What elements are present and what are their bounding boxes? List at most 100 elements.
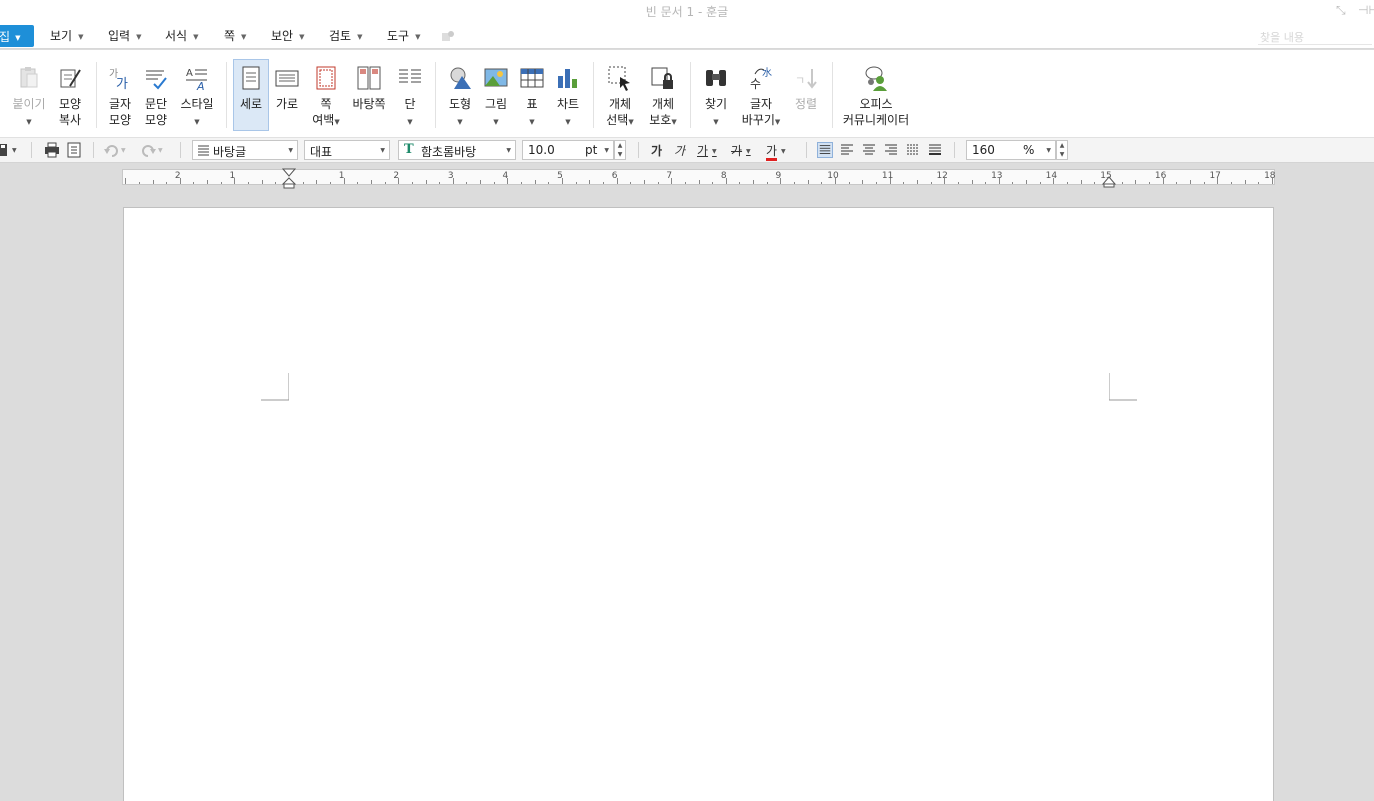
- ruler-tick: [712, 182, 714, 184]
- font-select[interactable]: T 함초롬바탕 ▼: [398, 140, 516, 160]
- indent-marker-icon[interactable]: [282, 168, 296, 190]
- columns-button[interactable]: 단 ▼: [392, 60, 428, 132]
- office-communicator-button[interactable]: 오피스 커뮤니케이터: [840, 60, 912, 132]
- menu-format[interactable]: 서식 ▼: [165, 27, 198, 45]
- menu-insert[interactable]: 입력 ▼: [108, 27, 141, 45]
- ruler-tick: [848, 182, 850, 184]
- language-select[interactable]: 대표 ▼: [304, 140, 390, 160]
- select-object-button[interactable]: 개체 선택▼: [600, 60, 640, 132]
- paste-button[interactable]: 붙이기 ▼: [8, 60, 50, 132]
- margin-guide-top-right: [1109, 373, 1137, 401]
- menu-tools[interactable]: 도구 ▼: [387, 27, 420, 45]
- ruler-tick: [152, 180, 154, 184]
- ribbon-separator: [96, 62, 97, 128]
- document-page[interactable]: [123, 207, 1274, 801]
- bold-button[interactable]: 가: [651, 142, 662, 159]
- toolbar-separator: [638, 142, 639, 158]
- find-button[interactable]: 찾기 ▼: [698, 60, 734, 132]
- split-icon[interactable]: ⊣⊢: [1358, 3, 1374, 17]
- align-divide-icon[interactable]: [927, 142, 943, 158]
- background-page-button[interactable]: 바탕쪽: [348, 60, 390, 132]
- ruler-tick: [1012, 182, 1014, 184]
- chevron-down-icon: ▼: [193, 32, 199, 41]
- underline-button[interactable]: 가 ▼: [697, 142, 717, 159]
- undo-dropdown-icon[interactable]: ▼: [121, 143, 126, 157]
- save-dropdown-icon[interactable]: ▼: [12, 143, 17, 157]
- ribbon-separator: [435, 62, 436, 128]
- search-input[interactable]: 찾을 내용: [1258, 26, 1372, 45]
- format-toolbar: ▼ ▼ ▼ 바탕글 ▼ 대표 ▼ T 함초롬바탕 ▼ 10.0 pt ▼ ▲ ▼ 가 가…: [0, 138, 1374, 163]
- format-copy-button[interactable]: 모양 복사: [50, 60, 90, 132]
- redo-dropdown-icon[interactable]: ▼: [158, 143, 163, 157]
- undo-icon[interactable]: [104, 142, 120, 158]
- chevron-down-icon: ▼: [26, 118, 32, 126]
- print-preview-icon[interactable]: [66, 142, 82, 158]
- picture-button[interactable]: 그림 ▼: [478, 60, 514, 132]
- protect-object-label-2: 보호: [649, 113, 672, 127]
- align-left-icon[interactable]: [839, 142, 855, 158]
- font-size-input[interactable]: 10.0 pt ▼: [522, 140, 614, 160]
- ruler-tick: [439, 182, 441, 184]
- strike-glyph: 가: [731, 144, 743, 158]
- page-margins-button[interactable]: 쪽 여백▼: [306, 60, 346, 132]
- replace-button[interactable]: 수水 글자 바꾸기▼: [738, 60, 784, 132]
- style-select[interactable]: 바탕글 ▼: [192, 140, 298, 160]
- align-center-icon[interactable]: [861, 142, 877, 158]
- chevron-down-icon: ▼: [1046, 147, 1051, 154]
- zoom-input[interactable]: 160 % ▼: [966, 140, 1056, 160]
- menu-security[interactable]: 보안 ▼: [271, 27, 304, 45]
- sort-button[interactable]: ㄱ 정렬: [788, 60, 824, 132]
- toolbar-separator: [93, 142, 94, 158]
- fullscreen-icon[interactable]: ⤡: [1336, 3, 1346, 18]
- ruler-tick: [657, 182, 659, 184]
- redo-icon[interactable]: [140, 142, 156, 158]
- clipboard-icon: [20, 67, 38, 88]
- align-distribute-icon[interactable]: [905, 142, 921, 158]
- menu-review[interactable]: 검토 ▼: [329, 27, 362, 45]
- protect-object-label: 개체: [651, 97, 675, 111]
- portrait-button[interactable]: 세로: [233, 59, 269, 131]
- ruler-label: 6: [611, 171, 618, 181]
- font-size-stepper[interactable]: ▲ ▼: [614, 140, 626, 160]
- menu-view[interactable]: 보기 ▼: [50, 27, 83, 45]
- ruler-label: 1: [338, 171, 345, 181]
- ruler-tick: [425, 180, 427, 184]
- char-shape-button[interactable]: 가가 글자 모양: [102, 60, 138, 132]
- table-button[interactable]: 표 ▼: [514, 60, 550, 132]
- ruler-label: 9: [775, 171, 782, 181]
- chart-button[interactable]: 차트 ▼: [550, 60, 586, 132]
- para-shape-button[interactable]: 문단 모양: [138, 60, 174, 132]
- truetype-font-icon: T: [404, 142, 414, 157]
- align-justify-icon[interactable]: [817, 142, 833, 158]
- char-shape-label-2: 모양: [108, 113, 132, 127]
- ruler-label: 18: [1264, 171, 1276, 181]
- ruler-tick: [602, 182, 604, 184]
- font-size-unit: pt: [585, 143, 598, 157]
- protect-object-button[interactable]: 개체 보호▼: [642, 60, 684, 132]
- ruler-tick: [875, 182, 877, 184]
- font-select-value: 함초롬바탕: [421, 145, 477, 159]
- font-color-glyph: 가: [766, 144, 778, 161]
- ruler-tick: [1244, 180, 1246, 184]
- ruler-tick: [1258, 182, 1260, 184]
- style-select-value: 바탕글: [213, 145, 247, 159]
- align-right-icon[interactable]: [883, 142, 899, 158]
- ruler-tick: [466, 182, 468, 184]
- ruler-label: 11: [881, 171, 894, 181]
- italic-button[interactable]: 가: [674, 142, 685, 159]
- right-indent-marker-icon[interactable]: [1102, 176, 1116, 188]
- print-icon[interactable]: [44, 142, 60, 158]
- menu-page[interactable]: 쪽 ▼: [224, 27, 246, 45]
- style-button[interactable]: AA 스타일 ▼: [176, 60, 218, 132]
- chevron-down-icon: ▼: [357, 32, 363, 41]
- ruler-label: 2: [174, 171, 181, 181]
- shapes-button[interactable]: 도형 ▼: [442, 60, 478, 132]
- chevron-down-icon: ▼: [15, 33, 21, 42]
- strikethrough-button[interactable]: 가 ▼: [731, 142, 751, 159]
- menu-tools-label: 도구: [387, 29, 410, 43]
- font-color-button[interactable]: 가 ▼: [766, 142, 786, 161]
- menu-edit[interactable]: 편집 ▼: [0, 25, 34, 47]
- zoom-stepper[interactable]: ▲ ▼: [1056, 140, 1068, 160]
- quick-access-icon[interactable]: [440, 28, 456, 44]
- landscape-button[interactable]: 가로: [269, 60, 305, 132]
